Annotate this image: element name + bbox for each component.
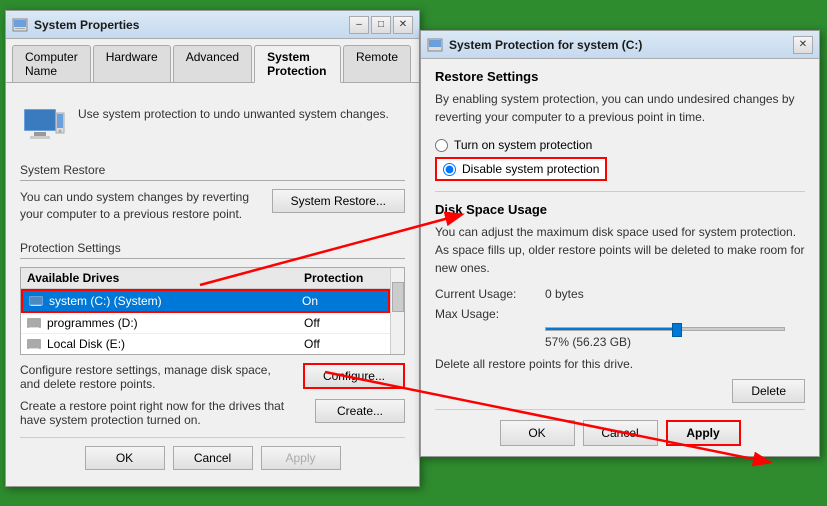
drive-protection: Off <box>304 316 384 330</box>
sp-apply-button[interactable]: Apply <box>666 420 741 446</box>
col-drives: Available Drives <box>27 271 304 285</box>
sys-props-titlebar: System Properties – □ ✕ <box>6 11 419 39</box>
sys-prot-titlebar: System Protection for system (C:) ✕ <box>421 31 819 59</box>
configure-desc: Configure restore settings, manage disk … <box>20 363 293 391</box>
tab-advanced[interactable]: Advanced <box>173 45 252 82</box>
system-restore-label: System Restore <box>20 163 405 181</box>
disk-space-desc: You can adjust the maximum disk space us… <box>435 223 805 277</box>
delete-desc: Delete all restore points for this drive… <box>435 357 805 371</box>
divider <box>435 191 805 192</box>
radio-disable-label: Disable system protection <box>462 162 599 176</box>
table-row[interactable]: system (C:) (System) On <box>21 289 390 313</box>
system-restore-desc: You can undo system changes by reverting… <box>20 189 262 223</box>
ok-button[interactable]: OK <box>85 446 165 470</box>
protection-settings-label: Protection Settings <box>20 241 405 259</box>
max-usage-label: Max Usage: <box>435 307 545 321</box>
tab-computer-name[interactable]: Computer Name <box>12 45 91 82</box>
sys-prot-title: System Protection for system (C:) <box>427 37 642 53</box>
drive-icon <box>29 294 45 308</box>
configure-button[interactable]: Configure... <box>303 363 405 389</box>
drive-protection: Off <box>304 337 384 351</box>
sys-prot-content: Restore Settings By enabling system prot… <box>421 59 819 456</box>
restore-desc: By enabling system protection, you can u… <box>435 90 805 126</box>
drives-table: Available Drives Protection system (C:) … <box>20 267 405 355</box>
radio-disable[interactable] <box>443 163 456 176</box>
drive-icon <box>27 316 43 330</box>
sys-header: Use system protection to undo unwanted s… <box>20 95 405 163</box>
max-usage-slider[interactable] <box>545 327 785 331</box>
scrollbar[interactable] <box>390 268 404 354</box>
disk-space-label: Disk Space Usage <box>435 202 805 217</box>
cancel-button[interactable]: Cancel <box>173 446 253 470</box>
current-usage-label: Current Usage: <box>435 287 545 301</box>
table-header: Available Drives Protection <box>21 268 390 289</box>
sys-prot-icon <box>427 37 443 53</box>
slider-track <box>545 327 785 331</box>
tab-system-protection[interactable]: System Protection <box>254 45 341 83</box>
dialog-close-button[interactable]: ✕ <box>793 36 813 54</box>
delete-button[interactable]: Delete <box>732 379 805 403</box>
table-row[interactable]: programmes (D:) Off <box>21 313 390 334</box>
create-desc: Create a restore point right now for the… <box>20 399 305 427</box>
drive-protection: On <box>302 294 382 308</box>
system-properties-window: System Properties – □ ✕ Computer Name Ha… <box>5 10 420 487</box>
sys-prot-controls: ✕ <box>793 36 813 54</box>
system-restore-button[interactable]: System Restore... <box>272 189 405 213</box>
drive-name: Local Disk (E:) <box>47 337 304 351</box>
drive-name: programmes (D:) <box>47 316 304 330</box>
radio-turn-on-label: Turn on system protection <box>454 138 592 152</box>
apply-button[interactable]: Apply <box>261 446 341 470</box>
close-button[interactable]: ✕ <box>393 16 413 34</box>
sp-ok-button[interactable]: OK <box>500 420 575 446</box>
minimize-button[interactable]: – <box>349 16 369 34</box>
sys-props-controls: – □ ✕ <box>349 16 413 34</box>
current-usage-value: 0 bytes <box>545 287 584 301</box>
scrollbar-thumb <box>392 282 404 312</box>
current-usage-row: Current Usage: 0 bytes <box>435 287 805 301</box>
delete-btn-row: Delete <box>435 379 805 403</box>
sys-header-text: Use system protection to undo unwanted s… <box>78 103 389 121</box>
drive-icon <box>27 337 43 351</box>
radio-turn-on-row[interactable]: Turn on system protection <box>435 138 805 152</box>
slider-thumb <box>672 323 682 337</box>
sp-cancel-button[interactable]: Cancel <box>583 420 658 446</box>
sp-dialog-btns: OK Cancel Apply <box>435 409 805 446</box>
col-protection: Protection <box>304 271 384 285</box>
sys-props-content: Use system protection to undo unwanted s… <box>6 83 419 486</box>
tab-remote[interactable]: Remote <box>343 45 411 82</box>
radio-disable-row[interactable]: Disable system protection <box>435 157 607 181</box>
drive-name: system (C:) (System) <box>49 294 302 308</box>
system-icon <box>20 103 68 151</box>
restore-settings-label: Restore Settings <box>435 69 805 84</box>
table-row[interactable]: Local Disk (E:) Off <box>21 334 390 355</box>
sys-props-title: System Properties <box>12 17 139 33</box>
tab-hardware[interactable]: Hardware <box>93 45 171 82</box>
sys-props-icon <box>12 17 28 33</box>
max-usage-percent: 57% (56.23 GB) <box>545 335 805 349</box>
max-usage-row: Max Usage: <box>435 307 805 321</box>
sys-props-dialog-btns: OK Cancel Apply <box>20 437 405 474</box>
table-inner: Available Drives Protection system (C:) … <box>21 268 404 355</box>
maximize-button[interactable]: □ <box>371 16 391 34</box>
radio-turn-on[interactable] <box>435 139 448 152</box>
sys-props-tabbar: Computer Name Hardware Advanced System P… <box>6 39 419 83</box>
slider-fill <box>546 328 682 330</box>
create-button[interactable]: Create... <box>315 399 405 423</box>
sys-prot-dialog: System Protection for system (C:) ✕ Rest… <box>420 30 820 457</box>
